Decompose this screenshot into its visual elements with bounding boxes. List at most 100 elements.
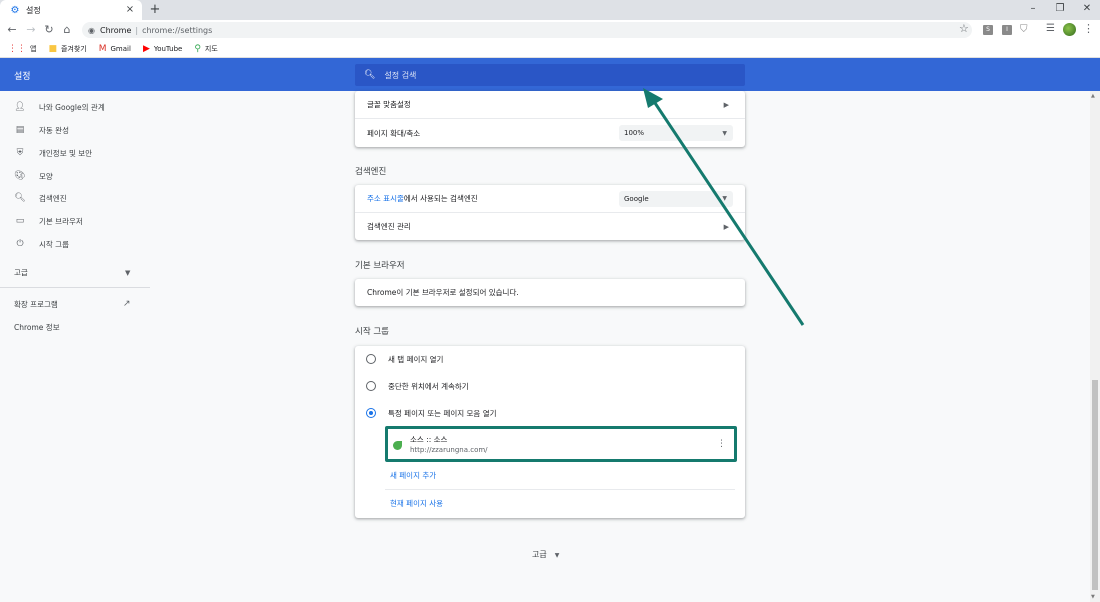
bookmark-youtube[interactable]: ▶ YouTube: [143, 44, 182, 54]
bookmark-label: 즐겨찾기: [60, 44, 87, 53]
gmail-icon: M: [98, 43, 107, 54]
chevron-down-icon: ▼: [722, 129, 727, 137]
forward-arrow-icon[interactable]: →: [24, 22, 38, 38]
sidebar-item-privacy[interactable]: ⛨ 개인정보 및 보안: [0, 143, 150, 163]
sidebar-item-startup[interactable]: ⏻ 시작 그룹: [0, 234, 150, 254]
address-bar-link[interactable]: 주소 표시줄: [367, 194, 404, 203]
sidebar-item-default-browser[interactable]: ▭ 기본 브라우저: [0, 211, 150, 231]
apps-grid-icon: ⋮⋮: [8, 43, 26, 54]
sidebar-item-autofill[interactable]: ▤ 자동 완성: [0, 120, 150, 140]
search-engine-section-title: 검색엔진: [355, 167, 387, 177]
extension-shield-icon[interactable]: ⛉: [1020, 24, 1028, 35]
bookmark-label: 지도: [204, 44, 218, 53]
appearance-card: 글꼴 맞춤설정 ▶ 페이지 확대/축소 100% ▼: [355, 91, 745, 147]
sidebar-item-label: 자동 완성: [39, 125, 69, 135]
search-input[interactable]: [384, 70, 725, 80]
youtube-icon: ▶: [142, 43, 150, 54]
bookmark-apps[interactable]: ⋮⋮ 앱: [8, 44, 36, 54]
bookmark-star-icon[interactable]: ☆: [959, 22, 969, 35]
tab-title: 설정: [26, 5, 41, 15]
extension-s-icon[interactable]: S: [983, 25, 993, 35]
sidebar-advanced[interactable]: 고급: [14, 267, 28, 278]
home-icon[interactable]: ⌂: [60, 22, 74, 38]
bookmark-favorites[interactable]: ■ 즐겨찾기: [48, 44, 86, 54]
sidebar-item-label: 나와 Google의 관계: [39, 102, 105, 112]
sidebar-extensions[interactable]: 확장 프로그램: [14, 299, 58, 310]
window-restore-button[interactable]: ❐: [1045, 0, 1075, 20]
radio-button-selected[interactable]: [366, 408, 376, 418]
startup-option-new-tab[interactable]: 새 탭 페이지 열기: [355, 346, 745, 372]
search-engine-select[interactable]: Google ▼: [619, 190, 733, 207]
browser-toolbar: ← → ↻ ⌂ ◉ Chrome | chrome://settings: [0, 20, 1100, 40]
search-icon: 🔍︎: [14, 193, 26, 203]
folder-icon: ■: [48, 43, 57, 54]
sidebar-about-chrome[interactable]: Chrome 정보: [14, 322, 60, 333]
gear-icon: ⚙: [10, 4, 20, 16]
address-bar-engine-label: 에서 사용되는 검색엔진: [403, 194, 478, 203]
shield-icon: ⛨: [16, 148, 24, 158]
radio-button[interactable]: [366, 354, 376, 364]
startup-card: 새 탭 페이지 열기 중단한 위치에서 계속하기 특정 페이지 또는 페이지 모…: [355, 346, 745, 518]
add-new-page-link[interactable]: 새 페이지 추가: [390, 470, 436, 481]
advanced-toggle[interactable]: 고급 ▼: [532, 549, 559, 560]
reading-list-icon[interactable]: ☰: [1046, 23, 1055, 34]
scrollbar-thumb[interactable]: [1092, 380, 1098, 590]
address-bar[interactable]: ◉ Chrome | chrome://settings: [82, 22, 972, 38]
tab-close-button[interactable]: ×: [124, 4, 136, 16]
startup-section-title: 시작 그룹: [355, 327, 389, 337]
address-path: chrome://settings: [142, 25, 213, 35]
new-tab-button[interactable]: +: [148, 2, 162, 18]
chevron-right-icon: ▶: [723, 222, 729, 231]
bookmark-label: 앱: [30, 44, 37, 53]
bookmark-maps[interactable]: ⚲ 지도: [194, 44, 217, 54]
startup-option-continue[interactable]: 중단한 위치에서 계속하기: [355, 373, 745, 399]
chrome-menu-icon[interactable]: ⋮: [1083, 22, 1094, 35]
search-engine-card: 주소 표시줄에서 사용되는 검색엔진 Google ▼ 검색엔진 관리 ▶: [355, 185, 745, 240]
chevron-down-icon[interactable]: ▼: [125, 269, 130, 277]
font-customize-row[interactable]: 글꼴 맞춤설정 ▶: [355, 91, 745, 118]
extension-i-icon[interactable]: I: [1002, 25, 1012, 35]
default-browser-card: Chrome이 기본 브라우저로 설정되어 있습니다.: [355, 279, 745, 306]
maps-pin-icon: ⚲: [194, 43, 201, 54]
tab-strip: ⚙ 설정 × + – ❐ ✕: [0, 0, 1100, 20]
reload-icon[interactable]: ↻: [42, 22, 56, 38]
more-vert-icon[interactable]: ⋮: [717, 439, 726, 449]
sidebar-item-label: 개인정보 및 보안: [39, 148, 93, 158]
search-icon: 🔍︎: [364, 70, 376, 80]
settings-sidebar: 👤︎ 나와 Google의 관계 ▤ 자동 완성 ⛨ 개인정보 및 보안 🎨︎ …: [0, 91, 150, 602]
page-zoom-label: 페이지 확대/축소: [367, 128, 421, 138]
bookmark-gmail[interactable]: M Gmail: [99, 44, 131, 54]
startup-page-entry[interactable]: 소스 :: 소스 http://zzarungna.com/ ⋮: [385, 426, 737, 462]
manage-search-engines-row[interactable]: 검색엔진 관리 ▶: [355, 213, 745, 240]
profile-avatar[interactable]: [1063, 23, 1076, 36]
window-close-button[interactable]: ✕: [1072, 0, 1100, 20]
page-zoom-select[interactable]: 100% ▼: [619, 125, 733, 141]
sidebar-item-label: 모양: [39, 171, 53, 181]
address-separator: |: [135, 25, 139, 35]
window-minimize-button[interactable]: –: [1018, 0, 1048, 20]
radio-button[interactable]: [366, 381, 376, 391]
scroll-down-arrow-icon[interactable]: ▼: [1091, 594, 1095, 600]
page-zoom-value: 100%: [624, 129, 645, 137]
open-external-icon[interactable]: ↗: [123, 299, 131, 309]
back-arrow-icon[interactable]: ←: [5, 22, 19, 38]
startup-option-specific-pages[interactable]: 특정 페이지 또는 페이지 모음 열기: [355, 400, 745, 426]
chevron-down-icon: ▼: [554, 552, 560, 559]
sidebar-item-you-and-google[interactable]: 👤︎ 나와 Google의 관계: [0, 97, 150, 117]
chrome-page-icon: ◉: [88, 25, 95, 35]
scroll-up-arrow-icon[interactable]: ▲: [1091, 93, 1095, 99]
bookmarks-bar: ⋮⋮ 앱 ■ 즐겨찾기 M Gmail ▶ YouTube ⚲ 지도: [0, 40, 1100, 58]
tab-settings[interactable]: ⚙ 설정 ×: [0, 0, 142, 20]
use-current-pages-link[interactable]: 현재 페이지 사용: [390, 498, 443, 509]
settings-search[interactable]: 🔍︎: [355, 64, 745, 86]
sidebar-item-appearance[interactable]: 🎨︎ 모양: [0, 166, 150, 186]
startup-page-url: http://zzarungna.com/: [410, 446, 488, 454]
page-title: 설정: [14, 72, 31, 82]
radio-label: 새 탭 페이지 열기: [388, 354, 444, 364]
startup-page-title: 소스 :: 소스: [410, 435, 448, 444]
sidebar-item-search-engine[interactable]: 🔍︎ 검색엔진: [0, 188, 150, 208]
chevron-down-icon: ▼: [722, 195, 727, 202]
clipboard-icon: ▤: [15, 125, 25, 135]
address-bar-engine-row: 주소 표시줄에서 사용되는 검색엔진 Google ▼: [355, 185, 745, 212]
search-engine-value: Google: [624, 194, 649, 203]
